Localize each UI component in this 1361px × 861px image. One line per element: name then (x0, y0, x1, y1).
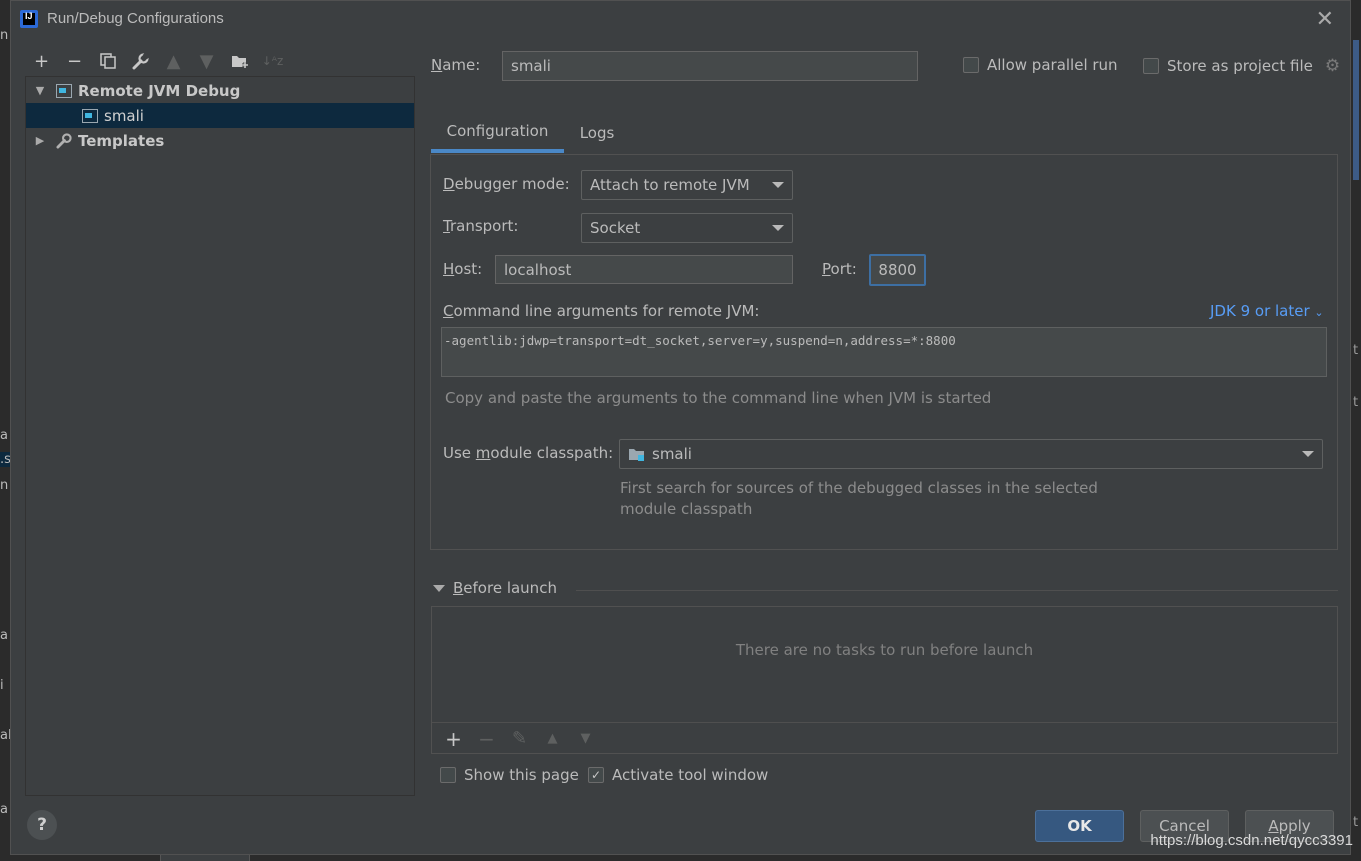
name-input[interactable]: smali (502, 51, 918, 81)
add-icon[interactable]: + (25, 49, 58, 73)
show-this-page-checkbox[interactable]: Show this page (440, 766, 579, 784)
tree-item-remote-jvm-debug[interactable]: ▼ Remote JVM Debug (26, 78, 414, 103)
chevron-down-icon (1302, 451, 1314, 457)
allow-parallel-label: Allow parallel run (987, 56, 1118, 74)
chevron-down-icon: ⌄ (1314, 306, 1324, 319)
edit-icon[interactable]: ✎ (506, 727, 533, 751)
store-project-file-label: Store as project file (1167, 57, 1313, 75)
remote-jvm-debug-icon (54, 83, 74, 99)
close-icon[interactable]: ✕ (1316, 7, 1334, 32)
chevron-right-icon[interactable]: ▶ (26, 134, 54, 147)
activate-tool-window-checkbox[interactable]: ✓ Activate tool window (588, 766, 768, 784)
host-input[interactable]: localhost (495, 255, 793, 284)
help-button[interactable]: ? (27, 810, 57, 840)
before-launch-header[interactable]: Before launch (433, 579, 557, 597)
checkbox-box[interactable] (1143, 58, 1159, 74)
chevron-down-icon (772, 182, 784, 188)
jdk-version-link[interactable]: JDK 9 or later ⌄ (1210, 302, 1324, 320)
show-this-page-label: Show this page (464, 766, 579, 784)
move-up-icon[interactable]: ▲ (157, 49, 190, 73)
transport-value: Socket (590, 219, 641, 237)
before-launch-empty-text: There are no tasks to run before launch (735, 641, 1034, 659)
tree-item-label: smali (104, 106, 144, 125)
debugger-mode-value: Attach to remote JVM (590, 176, 750, 194)
add-icon[interactable]: + (440, 727, 467, 751)
tree-item-smali[interactable]: smali (26, 103, 414, 128)
debugger-mode-label: Debugger mode: (443, 175, 570, 193)
checkbox-box[interactable] (963, 57, 979, 73)
configuration-tree: ▼ Remote JVM Debug smali ▶ Templates (25, 76, 415, 796)
ok-button[interactable]: OK (1035, 810, 1124, 842)
chevron-down-icon[interactable] (433, 584, 445, 592)
background-editor-left: n a .s n a i al a (0, 0, 12, 861)
tree-item-templates[interactable]: ▶ Templates (26, 128, 414, 153)
check-icon[interactable]: ✓ (588, 767, 604, 783)
host-label: Host: (443, 260, 483, 278)
port-input[interactable]: 8800 (869, 254, 926, 286)
transport-label: Transport: (443, 217, 519, 235)
tree-item-label: Remote JVM Debug (78, 81, 241, 100)
intellij-idea-icon: IJ (20, 10, 38, 28)
watermark-url: https://blog.csdn.net/qycc3391 (1150, 832, 1353, 849)
move-down-icon[interactable]: ▼ (572, 727, 599, 751)
cmd-args-label: Command line arguments for remote JVM: (443, 302, 760, 320)
cmd-args-hint: Copy and paste the arguments to the comm… (445, 389, 992, 407)
wrench-icon (54, 132, 74, 149)
title-bar: IJ Run/Debug Configurations ✕ (11, 1, 1350, 37)
divider (576, 590, 1338, 591)
checkbox-box[interactable] (440, 767, 456, 783)
store-project-file-checkbox[interactable]: Store as project file ⚙ (1143, 56, 1340, 76)
before-launch-title: Before launch (453, 579, 557, 597)
before-launch-panel: There are no tasks to run before launch … (431, 606, 1338, 754)
remove-icon[interactable]: − (473, 727, 500, 751)
window-title: Run/Debug Configurations (47, 10, 224, 27)
folder-add-icon[interactable] (223, 49, 256, 73)
tab-logs[interactable]: Logs (571, 113, 623, 153)
chevron-down-icon[interactable]: ▼ (26, 84, 54, 97)
config-toolbar: + − ▲ ▼ ↓ᴬz (25, 49, 289, 73)
name-label: Name: (431, 56, 481, 74)
transport-select[interactable]: Socket (581, 213, 793, 243)
run-debug-dialog: IJ Run/Debug Configurations ✕ + − ▲ ▼ ↓ᴬ… (10, 0, 1351, 855)
sort-az-icon[interactable]: ↓ᴬz (256, 49, 289, 73)
debugger-mode-select[interactable]: Attach to remote JVM (581, 170, 793, 200)
module-classpath-select[interactable]: smali (619, 439, 1323, 469)
wrench-icon[interactable] (124, 49, 157, 73)
gear-icon[interactable]: ⚙ (1325, 56, 1340, 76)
activate-tool-window-label: Activate tool window (612, 766, 769, 784)
module-classpath-label: Use module classpath: (443, 444, 614, 462)
tree-item-label: Templates (78, 131, 165, 150)
allow-parallel-checkbox[interactable]: Allow parallel run (963, 56, 1118, 74)
cmd-args-field[interactable]: -agentlib:jdwp=transport=dt_socket,serve… (441, 327, 1327, 377)
before-launch-toolbar: + − ✎ ▲ ▼ (432, 722, 1337, 754)
port-label: Port: (822, 260, 857, 278)
move-down-icon[interactable]: ▼ (190, 49, 223, 73)
module-hint: First search for sources of the debugged… (620, 479, 1098, 518)
move-up-icon[interactable]: ▲ (539, 727, 566, 751)
remove-icon[interactable]: − (58, 49, 91, 73)
background-editor-right: t t t (1351, 0, 1361, 861)
remote-jvm-debug-icon (80, 108, 100, 124)
copy-icon[interactable] (91, 49, 124, 73)
chevron-down-icon (772, 225, 784, 231)
module-classpath-value: smali (652, 445, 692, 463)
module-folder-icon (628, 447, 646, 462)
tab-configuration[interactable]: Configuration (431, 113, 564, 153)
